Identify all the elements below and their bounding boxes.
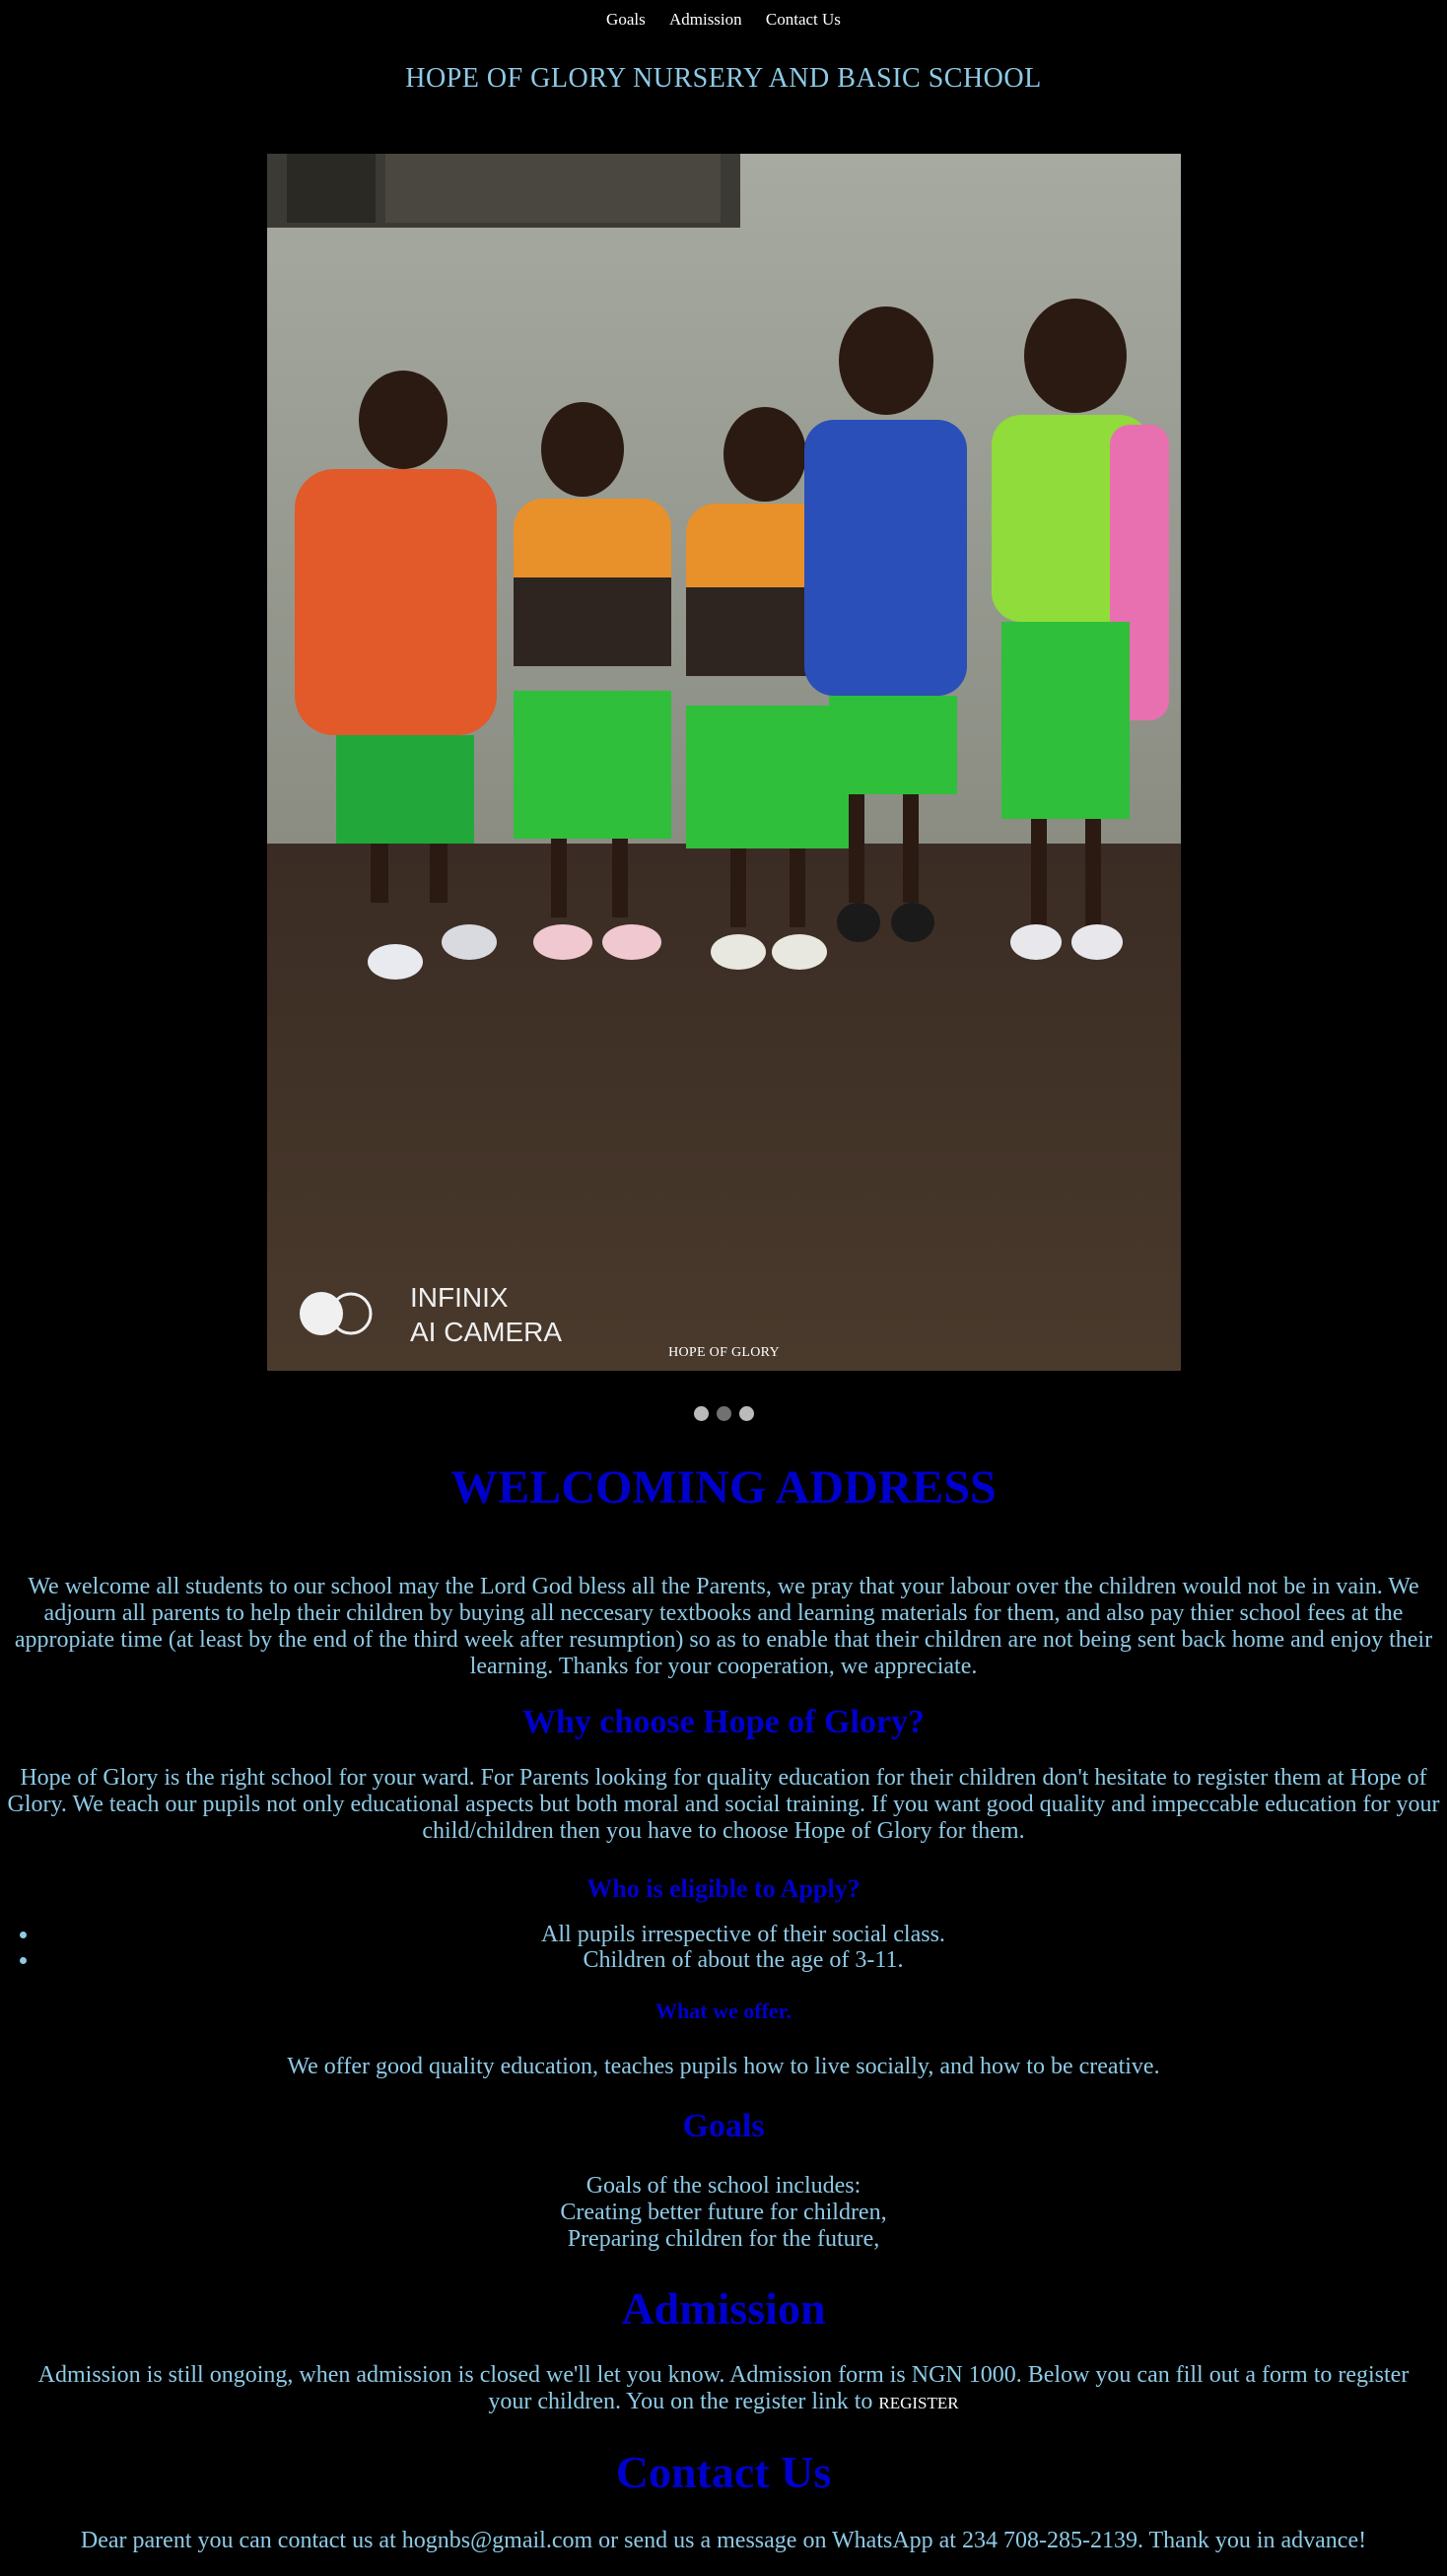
contact-text: Dear parent you can contact us at hognbs… — [80, 2528, 1367, 2553]
why-heading: Why choose Hope of Glory? — [522, 1704, 925, 1740]
nav-link-goals[interactable]: Goals — [606, 10, 646, 29]
goals-heading: Goals — [682, 2108, 765, 2144]
contact-heading: Contact Us — [615, 2447, 832, 2497]
goals-text: Goals of the school includes: Creating b… — [0, 2173, 1447, 2253]
main-content: WELCOMING ADDRESS We welcome all student… — [0, 1449, 1447, 2554]
watermark-line1: INFINIX — [410, 1282, 509, 1313]
slide-dots — [0, 1406, 1447, 1421]
why-text: Hope of Glory is the right school for yo… — [7, 1765, 1440, 1844]
goals-line: Goals of the school includes: — [586, 2173, 861, 2199]
welcome-heading: WELCOMING ADDRESS — [450, 1461, 997, 1514]
nav-link-contact[interactable]: Contact Us — [766, 10, 841, 29]
admission-heading: Admission — [621, 2283, 826, 2334]
nav-link-admission[interactable]: Admission — [669, 10, 742, 29]
eligible-heading: Who is eligible to Apply? — [586, 1874, 861, 1903]
admission-body: Admission is still ongoing, when admissi… — [37, 2362, 1410, 2414]
slide-photo: INFINIX AI CAMERA — [267, 154, 1181, 1371]
admission-text: Admission is still ongoing, when admissi… — [30, 2362, 1417, 2416]
slide-caption: HOPE OF GLORY — [668, 1345, 780, 1360]
goals-line: Creating better future for children, — [560, 2200, 887, 2225]
eligible-list: All pupils irrespective of their social … — [0, 1922, 1447, 1973]
list-item: Children of about the age of 3-11. — [39, 1947, 1447, 1973]
goals-line: Preparing children for the future, — [567, 2226, 880, 2252]
image-slideshow[interactable]: INFINIX AI CAMERA HOPE OF GLORY — [267, 154, 1181, 1371]
watermark-line2: AI CAMERA — [410, 1317, 562, 1347]
page: Goals Admission Contact Us HOPE OF GLORY… — [0, 0, 1447, 2576]
slide-dot-1[interactable] — [693, 1406, 709, 1421]
top-nav: Goals Admission Contact Us — [0, 10, 1447, 30]
site-title: HOPE OF GLORY NURSERY AND BASIC SCHOOL — [405, 63, 1042, 94]
register-link[interactable]: REGISTER — [878, 2394, 958, 2412]
welcome-text: We welcome all students to our school ma… — [14, 1574, 1433, 1679]
slide-dot-2[interactable] — [716, 1406, 731, 1421]
offer-heading: What we offer. — [655, 1999, 792, 2023]
list-item: All pupils irrespective of their social … — [39, 1922, 1447, 1947]
offer-text: We offer good quality education, teaches… — [287, 2054, 1160, 2079]
slide-dot-3[interactable] — [738, 1406, 754, 1421]
